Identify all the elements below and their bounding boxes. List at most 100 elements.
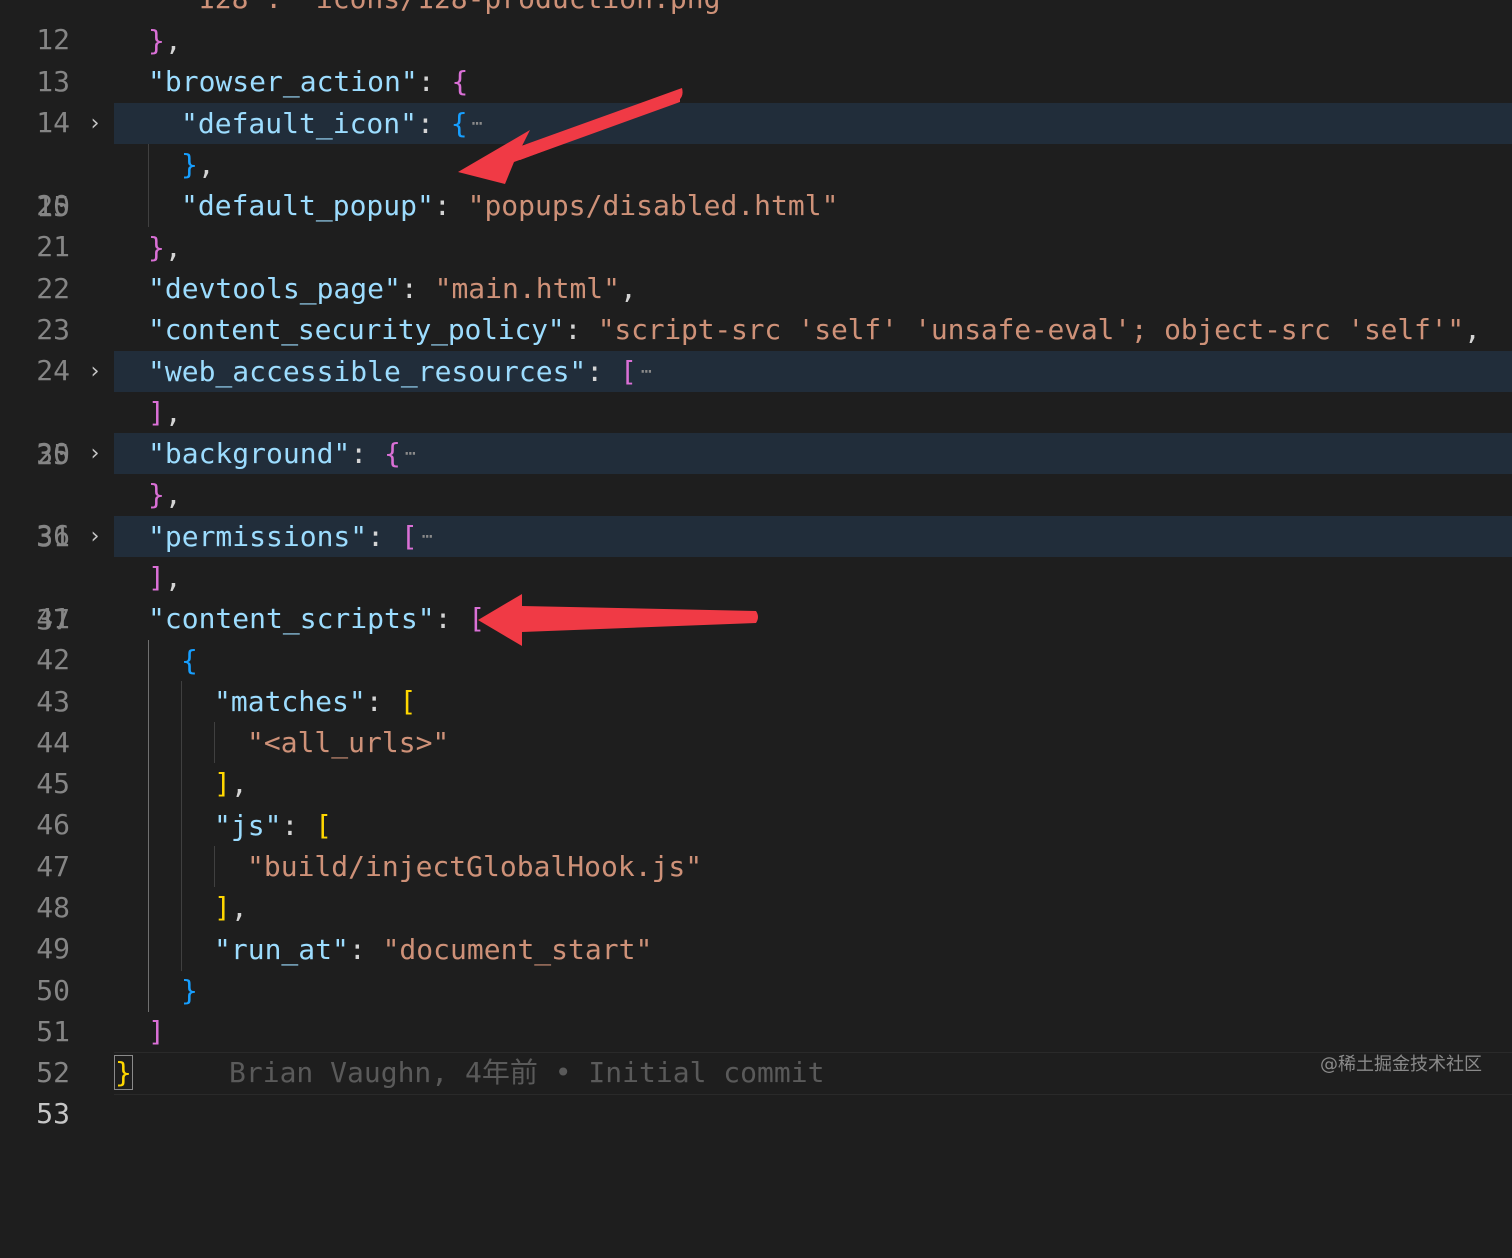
bracket: } [148, 231, 165, 264]
chevron-right-icon[interactable]: › [84, 516, 106, 557]
json-key: "content_security_policy" [148, 313, 565, 346]
chevron-right-icon[interactable]: › [84, 433, 106, 474]
bracket: [ [315, 809, 333, 842]
json-string: "main.html" [434, 272, 621, 305]
punctuation: : [367, 520, 401, 553]
code-line[interactable]: 31 › "background": {⋯ [0, 433, 1512, 553]
punctuation: : [281, 809, 316, 842]
json-string: "popups/disabled.html" [467, 189, 839, 222]
bracket: ] [148, 561, 165, 594]
code-line[interactable]: 52 ] [0, 1011, 1512, 1089]
json-key: "default_popup" [181, 189, 434, 222]
json-key: "default_icon" [181, 107, 418, 140]
punctuation: , [230, 767, 248, 800]
bracket: [ [620, 355, 637, 388]
json-key: "devtools_page" [148, 272, 401, 305]
bracket: ] [214, 767, 231, 800]
code-editor[interactable]: 12 "128": "icons/128-production.png" 13 … [0, 0, 1512, 1130]
code-line[interactable]: 24 "content_security_policy": "script-sr… [0, 309, 1512, 387]
punctuation: : [348, 933, 383, 966]
json-key: "run_at" [214, 933, 349, 966]
bracket: { [384, 437, 401, 470]
folded-ellipsis[interactable]: ⋯ [641, 361, 652, 382]
git-blame-annotation: Brian Vaughn, 4年前 • Initial commit [229, 1056, 825, 1089]
bracket: } [148, 24, 165, 57]
code-line[interactable]: 41 ], [0, 557, 1512, 635]
code-line[interactable]: 23 "devtools_page": "main.html", [0, 268, 1512, 346]
json-key: "web_accessible_resources" [148, 355, 587, 388]
punctuation: , [1463, 313, 1481, 346]
code-line[interactable]: 45 "<all_urls>" [0, 722, 1512, 800]
code-line[interactable]: 20 }, [0, 144, 1512, 222]
punctuation: , [164, 396, 182, 429]
punctuation: : [564, 313, 598, 346]
bracket: { [450, 107, 468, 140]
json-string: "build/injectGlobalHook.js" [247, 850, 703, 883]
bracket: [ [468, 602, 486, 635]
punctuation: , [164, 231, 182, 264]
punctuation: : [417, 107, 451, 140]
bracket: { [451, 65, 469, 98]
code-text: "128": "icons/128-production.png" [181, 0, 737, 19]
json-string: "<all_urls>" [247, 726, 450, 759]
folded-ellipsis[interactable]: ⋯ [472, 113, 483, 134]
code-line[interactable]: 30 ], [0, 392, 1512, 470]
bracket: ] [214, 891, 231, 924]
code-line[interactable]: 37 › "permissions": [⋯ [0, 516, 1512, 636]
code-line[interactable]: 21 "default_popup": "popups/disabled.htm… [0, 185, 1512, 263]
code-line[interactable]: 46 ], [0, 763, 1512, 841]
folded-ellipsis[interactable]: ⋯ [405, 443, 416, 464]
line-number: 53 [36, 1097, 70, 1131]
json-key: "matches" [214, 685, 366, 718]
code-line[interactable]: 22 }, [0, 227, 1512, 305]
bracket: ] [148, 1015, 165, 1048]
code-line[interactable]: 25 › "web_accessible_resources": [⋯ [0, 351, 1512, 471]
bracket: ] [148, 396, 165, 429]
bracket: } [181, 974, 198, 1007]
watermark: @稀土掘金技术社区 [1320, 1054, 1482, 1075]
code-line[interactable]: 50 "run_at": "document_start" [0, 929, 1512, 1007]
punctuation: , [164, 24, 182, 57]
punctuation: : [586, 355, 621, 388]
json-string: "script-src 'self' 'unsafe-eval'; object… [597, 313, 1464, 346]
bracket: } [148, 478, 165, 511]
chevron-right-icon[interactable]: › [84, 103, 106, 144]
code-line[interactable]: 12 "128": "icons/128-production.png" [0, 0, 1512, 56]
code-line[interactable]: 43 { [0, 640, 1512, 718]
punctuation: , [197, 148, 215, 181]
code-line[interactable]: 51 } [0, 970, 1512, 1048]
folded-ellipsis[interactable]: ⋯ [422, 526, 433, 547]
code-line[interactable]: 49 ], [0, 887, 1512, 965]
punctuation: : [434, 602, 469, 635]
punctuation: : [417, 65, 452, 98]
punctuation: , [164, 478, 182, 511]
chevron-right-icon[interactable]: › [84, 351, 106, 392]
code-line[interactable]: 36 }, [0, 474, 1512, 552]
code-line[interactable]: 47 "js": [ [0, 805, 1512, 883]
json-key: "content_scripts" [148, 602, 435, 635]
json-key: "background" [148, 437, 351, 470]
punctuation: : [433, 189, 468, 222]
bracket-match: } [114, 1055, 133, 1090]
bracket: [ [400, 520, 418, 553]
punctuation: : [365, 685, 400, 718]
json-key: "permissions" [148, 520, 368, 553]
punctuation: , [620, 272, 637, 305]
code-line[interactable]: 48 "build/injectGlobalHook.js" [0, 846, 1512, 924]
punctuation: : [350, 437, 385, 470]
bracket: [ [399, 685, 417, 718]
code-line[interactable]: 44 "matches": [ [0, 681, 1512, 759]
bracket: { [181, 644, 198, 677]
punctuation: : [400, 272, 435, 305]
json-string: "document_start" [382, 933, 653, 966]
code-line[interactable]: 14 "browser_action": { [0, 61, 1512, 139]
punctuation: , [230, 891, 248, 924]
punctuation: , [164, 561, 182, 594]
code-line[interactable]: 13 }, [0, 20, 1512, 98]
bracket: } [181, 148, 198, 181]
code-line[interactable]: 15 › "default_icon": {⋯ [0, 103, 1512, 223]
code-line-current[interactable]: 53 } Brian Vaughn, 4年前 • Initial commit [0, 1052, 1512, 1130]
json-key: "browser_action" [148, 65, 418, 98]
json-key: "js" [214, 809, 282, 842]
code-line[interactable]: 42 "content_scripts": [ [0, 598, 1512, 676]
